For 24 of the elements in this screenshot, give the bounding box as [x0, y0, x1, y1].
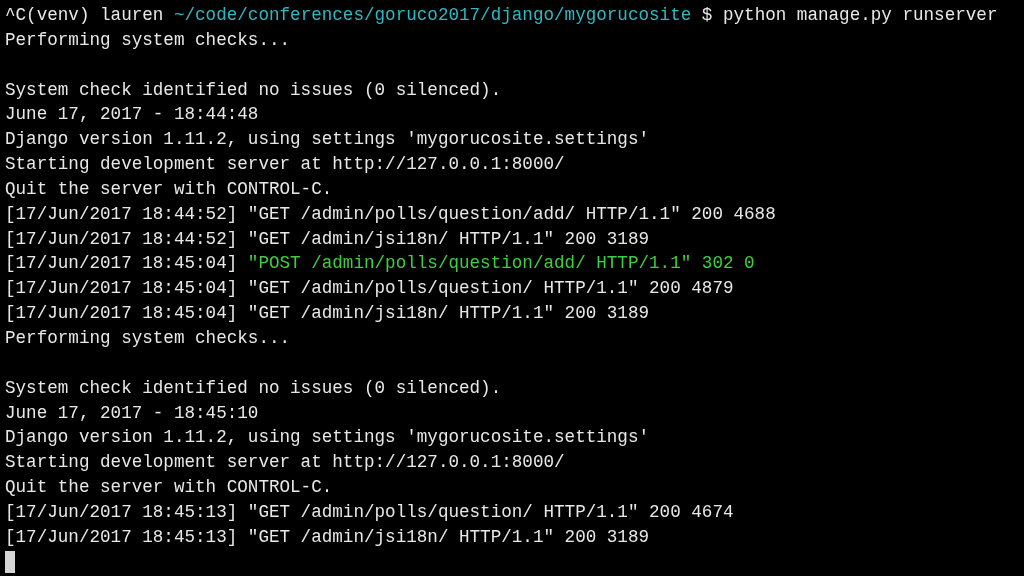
- directory-path: ~/code/conferences/goruco2017/django/mygorucosite: [173, 4, 692, 27]
- terminal-text: Django version 1.11.2, using settings 'mygorucosite.settings': [5, 128, 650, 152]
- terminal-text: June 17, 2017 - 18:45:10: [5, 401, 259, 425]
- terminal-text: [17/Jun/2017 18:45:13] "GET /admin/jsi18n/ HTTP/1.1" 200 3189: [5, 525, 650, 549]
- terminal-text: June 17, 2017 - 18:44:48: [5, 103, 259, 127]
- terminal-text: [17/Jun/2017 18:45:04] "GET /admin/polls/question/ HTTP/1.1" 200 4879: [5, 277, 734, 301]
- terminal-text: Performing system checks...: [5, 326, 291, 350]
- terminal-text: [17/Jun/2017 18:45:04]: [5, 252, 239, 276]
- terminal-text: Performing system checks...: [5, 28, 291, 52]
- terminal-text: [17/Jun/2017 18:44:52] "GET /admin/polls/question/add/ HTTP/1.1" 200 4688: [5, 202, 776, 226]
- terminal-text: ^C(venv) lauren: [5, 4, 165, 27]
- terminal-text: Quit the server with CONTROL-C.: [5, 476, 333, 500]
- terminal-text: [17/Jun/2017 18:45:04] "GET /admin/jsi18n/ HTTP/1.1" 200 3189: [5, 302, 650, 326]
- text-cursor: [5, 551, 15, 573]
- terminal-text: Quit the server with CONTROL-C.: [5, 177, 333, 201]
- terminal-text: [17/Jun/2017 18:45:13] "GET /admin/polls/question/ HTTP/1.1" 200 4674: [5, 500, 734, 524]
- terminal-text: System check identified no issues (0 silenced).: [5, 78, 502, 102]
- terminal-text: $ python manage.py runserver: [700, 4, 998, 27]
- success-log-text: "POST /admin/polls/question/add/ HTTP/1.1" 302 0: [247, 252, 755, 276]
- terminal-text: Django version 1.11.2, using settings 'mygorucosite.settings': [5, 426, 650, 450]
- terminal-text: [17/Jun/2017 18:44:52] "GET /admin/jsi18n/ HTTP/1.1" 200 3189: [5, 227, 650, 251]
- terminal-text: Starting development server at http://127.0.0.1:8000/: [5, 451, 565, 475]
- terminal-text: System check identified no issues (0 silenced).: [5, 376, 502, 400]
- terminal-text: Starting development server at http://127.0.0.1:8000/: [5, 153, 565, 177]
